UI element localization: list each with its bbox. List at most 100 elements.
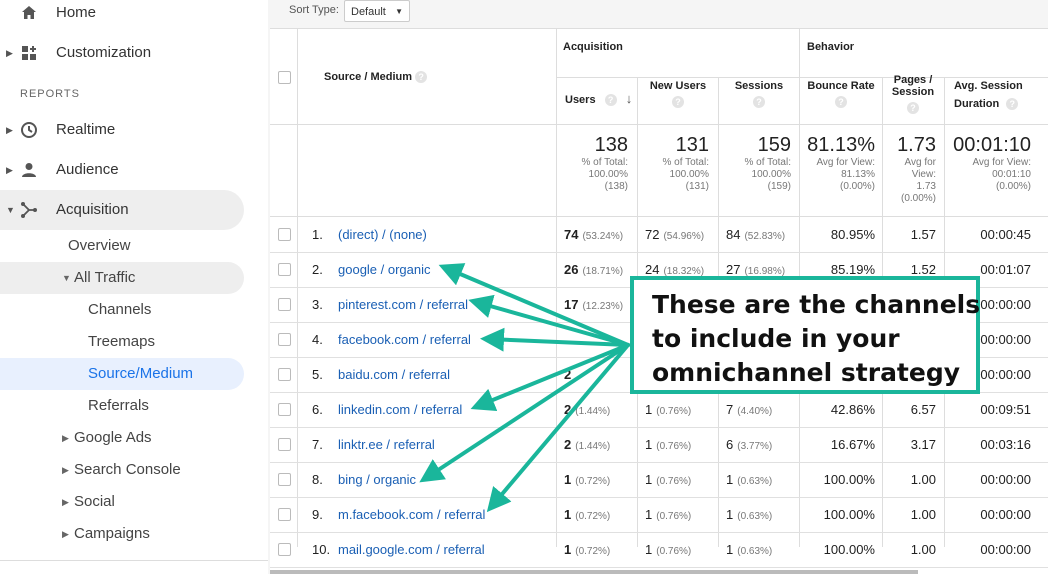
header-avg-session-duration[interactable]: Avg. Session Duration ?	[954, 80, 1023, 111]
header-bounce-rate[interactable]: Bounce Rate ?	[803, 80, 879, 109]
row-users: 17	[564, 297, 579, 312]
header-new-users[interactable]: New Users ?	[648, 80, 708, 109]
grid-line	[270, 124, 1048, 125]
row-source-link[interactable]: linktr.ee / referral	[338, 427, 435, 462]
row-source-link[interactable]: linkedin.com / referral	[338, 392, 462, 427]
header-source-medium[interactable]: Source / Medium ?	[324, 71, 428, 84]
row-bounce-rate: 80.95%	[830, 227, 875, 242]
nav-source-medium[interactable]: Source/Medium	[88, 358, 193, 390]
row-duration: 00:00:00	[980, 472, 1031, 487]
row-checkbox[interactable]	[278, 403, 291, 416]
row-duration: 00:00:45	[980, 227, 1031, 242]
nav-search-console-label: Search Console	[74, 461, 181, 478]
nav-customization-label: Customization	[56, 44, 152, 61]
row-users-pct: (1.44%)	[575, 406, 611, 417]
row-duration: 00:09:51	[980, 402, 1031, 417]
row-users-pct: (0.72%)	[575, 476, 611, 487]
row-new-users-pct: (0.76%)	[656, 511, 692, 522]
header-sessions[interactable]: Sessions ?	[729, 80, 789, 109]
row-checkbox[interactable]	[278, 333, 291, 346]
row-source-link[interactable]: m.facebook.com / referral	[338, 497, 485, 532]
clock-icon	[21, 122, 37, 138]
row-checkbox[interactable]	[278, 438, 291, 451]
help-icon[interactable]: ?	[604, 94, 617, 107]
total-label: % of Total:	[662, 157, 709, 168]
total-duration: 00:01:10 Avg for View: 00:01:10 (0.00%)	[948, 133, 1031, 193]
nav-all-traffic-label: All Traffic	[74, 269, 136, 286]
nav-channels[interactable]: Channels	[88, 294, 151, 326]
help-icon[interactable]: ?	[835, 96, 847, 109]
row-source-link[interactable]: (direct) / (none)	[338, 217, 427, 252]
help-icon[interactable]: ?	[907, 102, 919, 115]
horizontal-scrollbar[interactable]	[270, 570, 918, 574]
caret-right-icon: ▶	[6, 48, 13, 58]
row-sessions: 7	[726, 402, 734, 417]
caret-right-icon: ▶	[62, 465, 69, 475]
row-number: 6.	[312, 402, 323, 417]
nav-all-traffic[interactable]: ▼ All Traffic	[62, 262, 136, 294]
help-icon[interactable]: ?	[1006, 98, 1019, 111]
total-pct: 100.00%	[669, 169, 709, 180]
total-sessions-value: 159	[757, 134, 791, 156]
total-count: (159)	[767, 181, 791, 192]
row-sessions: 1	[726, 542, 734, 557]
row-source-link[interactable]: bing / organic	[338, 462, 416, 497]
nav-audience[interactable]: ▶ Audience	[0, 150, 268, 190]
row-bounce-rate: 42.86%	[830, 402, 875, 417]
total-sessions: 159 % of Total: 100.00% (159)	[722, 133, 791, 193]
callout-line-1: These are the channels	[652, 290, 981, 319]
callout-box: These are the channels to include in you…	[630, 276, 980, 394]
header-new-users-label: New Users	[649, 80, 707, 92]
row-source-link[interactable]: baidu.com / referral	[338, 357, 450, 392]
row-number: 2.	[312, 262, 323, 277]
help-icon[interactable]: ?	[415, 71, 428, 84]
row-checkbox[interactable]	[278, 228, 291, 241]
home-icon	[22, 6, 36, 19]
header-behavior: Behavior	[807, 41, 855, 53]
nav-search-console[interactable]: ▶ Search Console	[62, 454, 181, 486]
row-bounce-rate: 16.67%	[830, 437, 875, 452]
nav-realtime[interactable]: ▶ Realtime	[0, 110, 268, 150]
nav-acquisition[interactable]: ▼ Acquisition	[0, 190, 244, 230]
nav-google-ads[interactable]: ▶ Google Ads	[62, 422, 152, 454]
row-users: 1	[564, 507, 572, 522]
row-checkbox[interactable]	[278, 263, 291, 276]
row-checkbox[interactable]	[278, 508, 291, 521]
select-all-checkbox[interactable]	[278, 71, 291, 84]
row-users: 2	[564, 402, 572, 417]
nav-treemaps[interactable]: Treemaps	[88, 326, 155, 358]
header-pages-session[interactable]: Pages / Session ?	[884, 74, 942, 115]
row-new-users: 24	[645, 262, 660, 277]
nav-campaigns-label: Campaigns	[74, 525, 150, 542]
row-source-link[interactable]: google / organic	[338, 252, 431, 287]
table-row: 9. m.facebook.com / referral 1 (0.72%) 1 (0.7…	[270, 497, 1048, 533]
table-row: 8. bing / organic 1 (0.72%) 1 (0.76%) 1 (0.63%)…	[270, 462, 1048, 498]
row-checkbox[interactable]	[278, 298, 291, 311]
row-sessions: 1	[726, 472, 734, 487]
nav-overview[interactable]: Overview	[68, 230, 131, 262]
nav-campaigns[interactable]: ▶ Campaigns	[62, 518, 150, 550]
row-source-link[interactable]: facebook.com / referral	[338, 322, 471, 357]
row-source-link[interactable]: mail.google.com / referral	[338, 532, 485, 567]
row-checkbox[interactable]	[278, 473, 291, 486]
header-users[interactable]: Users ? ↓	[565, 91, 633, 107]
nav-customization[interactable]: ▶ Customization	[0, 33, 268, 73]
row-users: 74	[564, 227, 579, 242]
help-icon[interactable]: ?	[672, 96, 684, 109]
sort-type-select[interactable]: Default ▼	[344, 0, 410, 22]
sort-type-value: Default	[351, 6, 386, 18]
nav-home[interactable]: Home	[0, 0, 268, 33]
row-checkbox[interactable]	[278, 368, 291, 381]
caret-right-icon: ▶	[62, 529, 69, 539]
nav-social[interactable]: ▶ Social	[62, 486, 115, 518]
header-users-label: Users	[565, 94, 596, 106]
nav-referrals[interactable]: Referrals	[88, 390, 149, 422]
row-number: 4.	[312, 332, 323, 347]
total-new-users-value: 131	[675, 134, 709, 156]
sort-desc-arrow-icon[interactable]: ↓	[626, 91, 633, 106]
row-checkbox[interactable]	[278, 543, 291, 556]
help-icon[interactable]: ?	[753, 96, 765, 109]
nav-realtime-label: Realtime	[56, 121, 116, 138]
row-source-link[interactable]: pinterest.com / referral	[338, 287, 468, 322]
total-pages-value: 1.73	[897, 134, 936, 156]
